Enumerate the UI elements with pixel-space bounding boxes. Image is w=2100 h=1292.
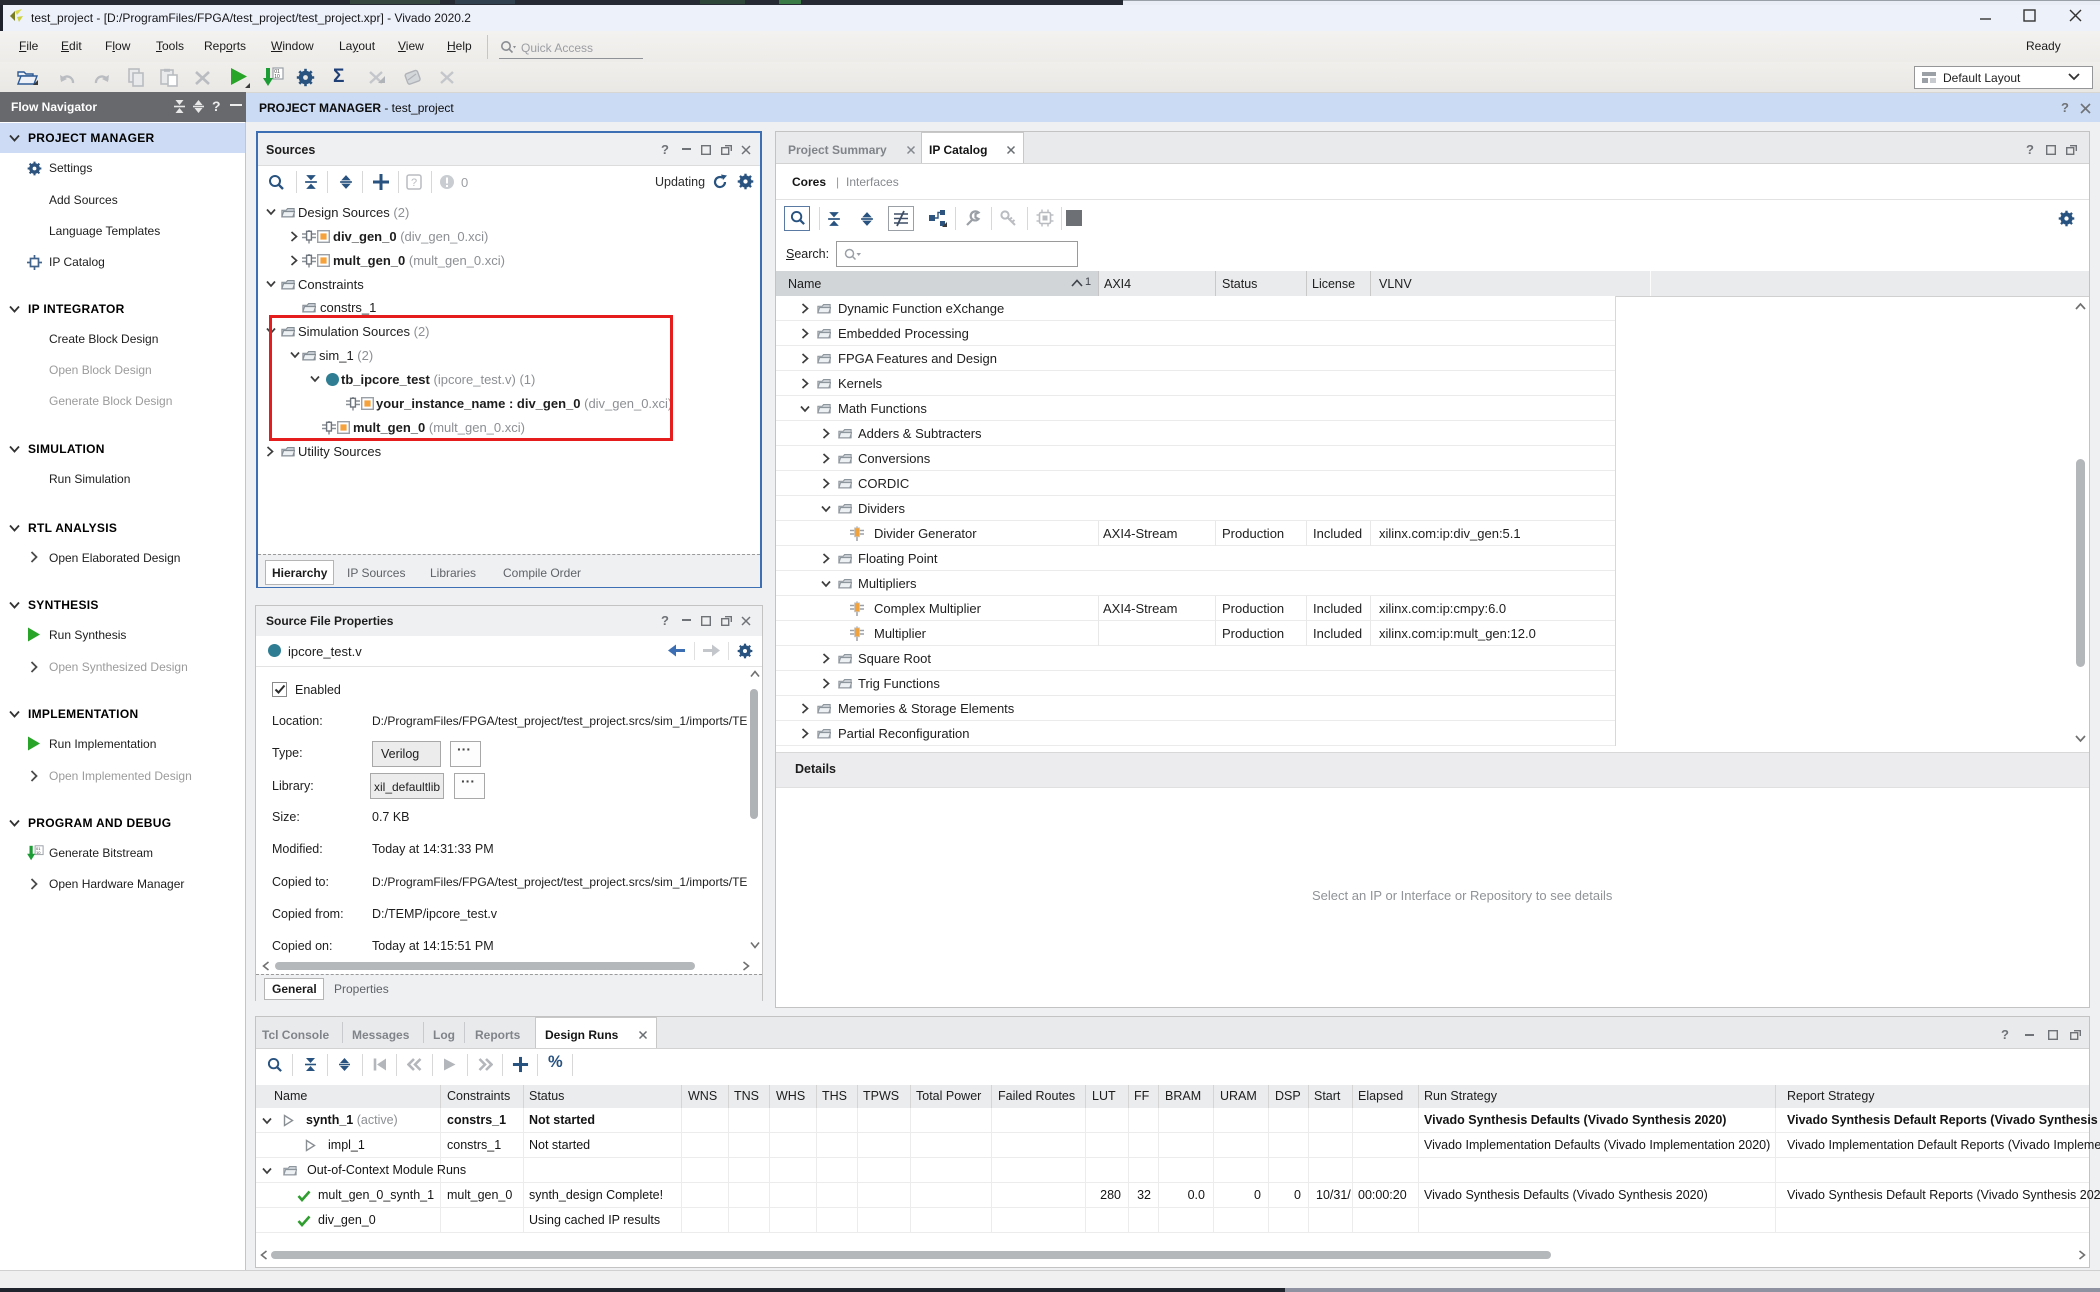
svg-text:?: ?: [411, 177, 417, 189]
svg-text:10: 10: [36, 850, 41, 855]
svg-text:10: 10: [274, 74, 280, 80]
